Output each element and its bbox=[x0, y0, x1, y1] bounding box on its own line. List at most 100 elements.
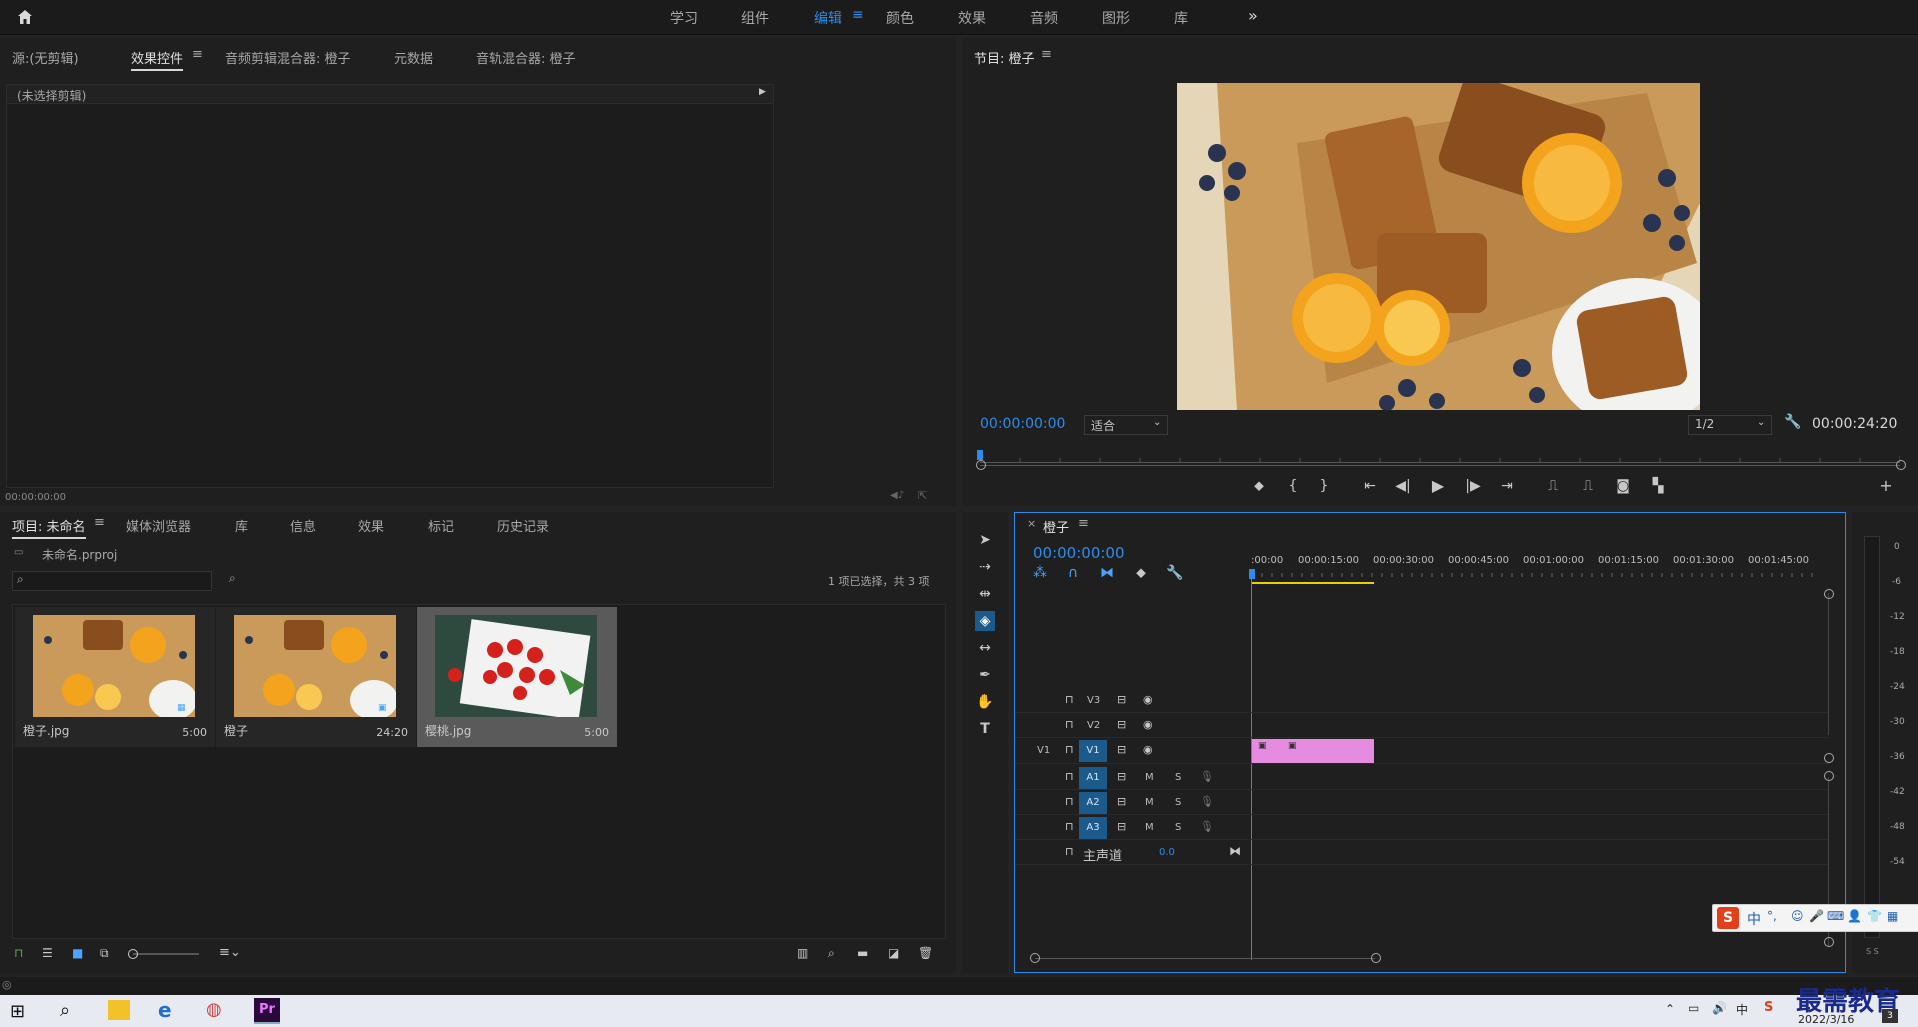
tab-media-browser[interactable]: 媒体浏览器 bbox=[126, 516, 191, 535]
clip-cherry-jpg[interactable] bbox=[1346, 739, 1374, 763]
icon-view-icon[interactable]: ■ bbox=[72, 946, 83, 960]
project-item-cherry-jpg[interactable]: 樱桃.jpg 5:00 bbox=[417, 607, 617, 747]
sync-lock-icon[interactable]: ⊟ bbox=[1117, 693, 1126, 706]
file-explorer-icon[interactable] bbox=[108, 1000, 130, 1020]
find-icon[interactable]: ⌕ bbox=[229, 571, 236, 586]
tab-audio[interactable]: 音频 bbox=[1030, 8, 1058, 28]
timeline-menu-icon[interactable]: ≡ bbox=[1078, 516, 1089, 531]
audio-scroll-handle-bottom[interactable] bbox=[1824, 937, 1834, 947]
tab-source[interactable]: 源:(无剪辑) bbox=[12, 48, 79, 67]
video-scroll-handle-bottom[interactable] bbox=[1824, 753, 1834, 763]
freeform-view-icon[interactable]: ⧉ bbox=[100, 946, 109, 961]
go-to-in-icon[interactable]: ⇤ bbox=[1360, 476, 1380, 496]
eye-icon[interactable]: ◉ bbox=[1143, 743, 1153, 756]
tab-audio-clip-mixer[interactable]: 音频剪辑混合器: 橙子 bbox=[225, 48, 351, 67]
video-scroll-track[interactable] bbox=[1828, 593, 1829, 735]
export-icon[interactable]: ⇱ bbox=[918, 489, 927, 502]
sogou-tray-icon[interactable]: S bbox=[1764, 1000, 1773, 1015]
mark-in-icon[interactable]: { bbox=[1283, 476, 1303, 496]
track-target-a1[interactable]: A1 bbox=[1079, 767, 1107, 789]
track-target-v1[interactable]: V1 bbox=[1079, 740, 1107, 762]
scroll-handle-right[interactable] bbox=[1371, 953, 1381, 963]
tab-libraries[interactable]: 库 bbox=[1174, 8, 1188, 28]
solo-button[interactable]: S bbox=[1175, 822, 1181, 833]
scroll-handle-left[interactable] bbox=[1030, 953, 1040, 963]
tab-library[interactable]: 库 bbox=[235, 516, 248, 535]
program-video-frame[interactable] bbox=[1177, 83, 1700, 410]
clip-segment[interactable] bbox=[1321, 739, 1347, 763]
ime-tray-icon[interactable]: 中 bbox=[1736, 1001, 1748, 1018]
mute-button[interactable]: M bbox=[1145, 797, 1154, 808]
tab-info[interactable]: 信息 bbox=[290, 516, 316, 535]
eye-icon[interactable]: ◉ bbox=[1143, 693, 1153, 706]
microphone-icon[interactable]: 🎙 bbox=[1200, 770, 1214, 783]
timeline-timecode[interactable]: 00:00:00:00 bbox=[1033, 544, 1125, 562]
chevron-up-icon[interactable]: ⌃ bbox=[1665, 1002, 1675, 1016]
source-patch-label[interactable]: V1 bbox=[1037, 745, 1050, 756]
video-scroll-handle-top[interactable] bbox=[1824, 589, 1834, 599]
play-triangle-icon[interactable]: ▶ bbox=[759, 87, 766, 97]
ime-toolbar[interactable]: S 中 °, ☺ 🎤 ⌨ 👤 👕 ▦ bbox=[1712, 904, 1918, 932]
slip-tool-icon[interactable]: ↔ bbox=[975, 638, 995, 658]
workspace-more-button[interactable]: » bbox=[1248, 6, 1258, 25]
work-area-bar[interactable] bbox=[1252, 582, 1374, 584]
search-icon[interactable]: ⌕ bbox=[60, 1000, 70, 1021]
wrench-icon[interactable]: 🔧 bbox=[1784, 414, 1801, 430]
zoom-handle-left[interactable] bbox=[976, 460, 986, 470]
tab-assembly[interactable]: 组件 bbox=[741, 8, 769, 28]
ripple-edit-tool-icon[interactable]: ⇹ bbox=[975, 584, 995, 604]
sort-icon[interactable]: ≡⌄ bbox=[219, 945, 241, 960]
zoom-slider[interactable] bbox=[128, 949, 199, 959]
pen-tool-icon[interactable]: ✒ bbox=[975, 665, 995, 685]
mute-button[interactable]: M bbox=[1145, 822, 1154, 833]
timeline-horizontal-scrollbar[interactable] bbox=[1030, 953, 1381, 963]
program-current-timecode[interactable]: 00:00:00:00 bbox=[980, 416, 1065, 432]
automate-to-sequence-icon[interactable]: ▥ bbox=[797, 946, 808, 960]
tab-learn[interactable]: 学习 bbox=[670, 8, 698, 28]
master-volume-value[interactable]: 0.0 bbox=[1159, 847, 1175, 858]
fit-dropdown[interactable]: 适合 ⌄ bbox=[1084, 415, 1168, 435]
lock-track-icon[interactable]: ⊓ bbox=[1065, 795, 1074, 808]
tab-metadata[interactable]: 元数据 bbox=[394, 48, 433, 67]
new-item-icon[interactable]: ◪ bbox=[888, 946, 899, 960]
new-bin-icon[interactable]: ▬ bbox=[857, 946, 868, 960]
volume-icon[interactable]: 🔊 bbox=[1712, 1001, 1727, 1015]
premiere-pro-icon[interactable]: Pr bbox=[254, 998, 280, 1024]
go-to-out-icon[interactable]: ⇥ bbox=[1497, 476, 1517, 496]
timeline-ruler-ticks[interactable] bbox=[1252, 569, 1817, 577]
keyboard-icon[interactable]: ⌨ bbox=[1827, 909, 1844, 923]
project-search-input[interactable]: ⌕ bbox=[12, 571, 212, 591]
snap-icon[interactable]: ∩ bbox=[1063, 563, 1083, 583]
go-to-end-icon[interactable]: ⧓ bbox=[1229, 844, 1241, 858]
emoji-icon[interactable]: ☺ bbox=[1791, 909, 1804, 923]
hand-tool-icon[interactable]: ✋ bbox=[975, 692, 995, 712]
linked-selection-icon[interactable]: ⧓ bbox=[1097, 563, 1117, 583]
tab-editing-menu-icon[interactable]: ≡ bbox=[852, 7, 864, 23]
tab-project[interactable]: 项目: 未命名 bbox=[12, 516, 86, 539]
microphone-icon[interactable]: 🎙 bbox=[1200, 820, 1214, 833]
clip-orange-sequence[interactable]: ▣ bbox=[1282, 739, 1322, 763]
microphone-icon[interactable]: 🎤 bbox=[1809, 909, 1824, 923]
home-icon[interactable] bbox=[16, 8, 34, 26]
lift-icon[interactable]: ⎍ bbox=[1543, 476, 1563, 496]
program-menu-icon[interactable]: ≡ bbox=[1041, 47, 1052, 62]
lock-track-icon[interactable]: ⊓ bbox=[1065, 845, 1074, 858]
sync-lock-icon[interactable]: ⊟ bbox=[1117, 743, 1126, 756]
timeline-settings-wrench-icon[interactable]: 🔧 bbox=[1165, 563, 1185, 583]
tab-markers[interactable]: 标记 bbox=[428, 516, 454, 535]
list-view-icon[interactable]: ☰ bbox=[42, 946, 53, 960]
lock-track-icon[interactable]: ⊓ bbox=[1065, 693, 1074, 706]
tab-effects[interactable]: 效果 bbox=[358, 516, 384, 535]
lock-track-icon[interactable]: ⊓ bbox=[1065, 718, 1074, 731]
network-icon[interactable]: ▭ bbox=[1688, 1001, 1699, 1015]
extract-icon[interactable]: ⎍ bbox=[1578, 476, 1598, 496]
meter-solo-labels[interactable]: S S bbox=[1866, 947, 1879, 956]
notification-count-badge[interactable]: 3 bbox=[1882, 1009, 1898, 1023]
tab-color[interactable]: 颜色 bbox=[886, 8, 914, 28]
compare-view-icon[interactable]: ▚ bbox=[1648, 476, 1668, 496]
step-back-icon[interactable]: ◀| bbox=[1393, 476, 1413, 496]
resolution-dropdown[interactable]: 1/2 ⌄ bbox=[1688, 415, 1772, 435]
nest-icon[interactable]: ⁂ bbox=[1030, 563, 1050, 583]
timeline-playhead-handle[interactable] bbox=[1249, 569, 1255, 579]
sync-lock-icon[interactable]: ⊟ bbox=[1117, 820, 1126, 833]
